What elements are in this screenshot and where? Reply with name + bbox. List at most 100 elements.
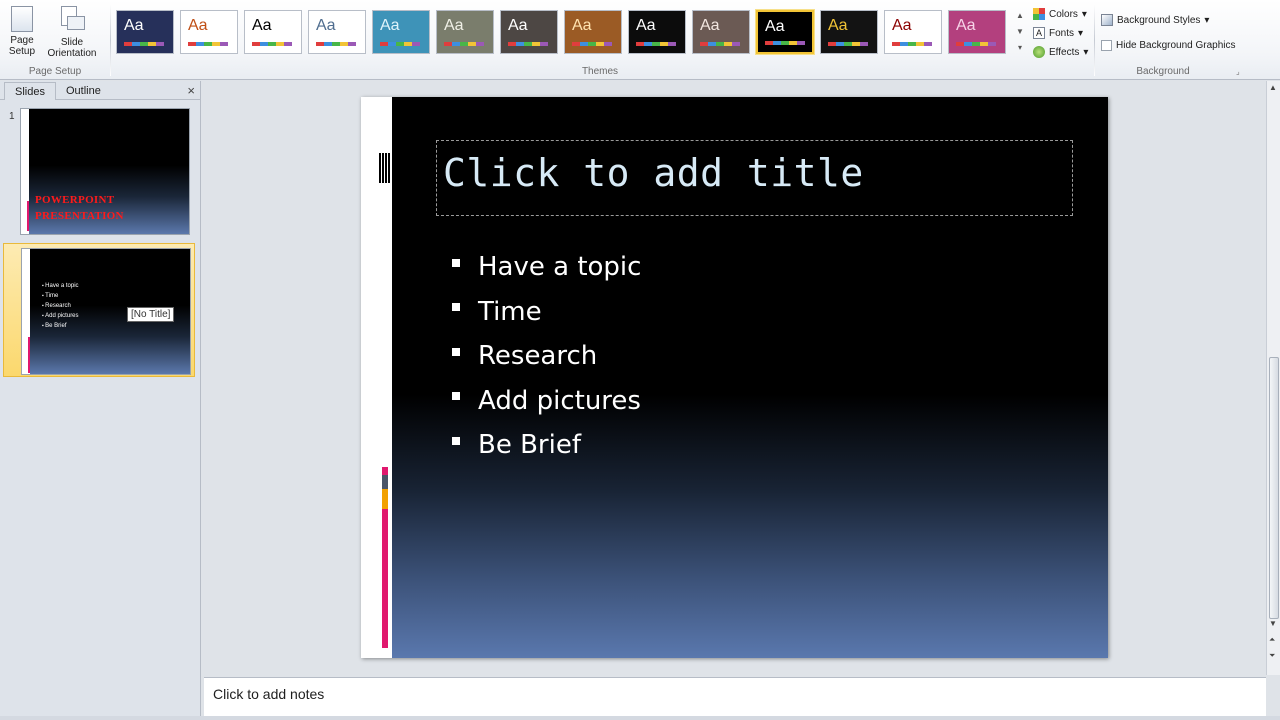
status-bar xyxy=(0,716,1280,720)
divider xyxy=(1094,4,1095,76)
theme-color-swatch xyxy=(892,42,932,46)
tab-outline[interactable]: Outline xyxy=(56,82,111,100)
slide-orientation-icon xyxy=(59,6,85,34)
colors-label: Colors xyxy=(1049,8,1078,20)
pane-tabs: Slides Outline × xyxy=(0,81,201,100)
background-styles-label: Background Styles xyxy=(1117,14,1201,26)
notes-pane[interactable]: Click to add notes xyxy=(204,677,1266,717)
vertical-scrollbar[interactable]: ▲ ▼ ⏶ ⏷ xyxy=(1266,81,1280,675)
colors-button[interactable]: Colors ▾ xyxy=(1033,8,1087,20)
ribbon: Page Setup Slide Orientation Page Setup … xyxy=(0,0,1280,80)
effects-icon xyxy=(1033,46,1045,58)
title-placeholder[interactable]: Click to add title xyxy=(436,140,1073,216)
theme-color-swatch xyxy=(124,42,164,46)
next-slide-icon[interactable]: ⏷ xyxy=(1269,651,1275,661)
dialog-launcher-icon[interactable]: ⌟ xyxy=(1236,67,1240,76)
page-setup-group-label: Page Setup xyxy=(28,66,82,77)
theme-color-swatch xyxy=(188,42,228,46)
fonts-button[interactable]: A Fonts ▾ xyxy=(1033,27,1083,39)
scrollbar-thumb[interactable] xyxy=(1269,357,1279,619)
gallery-down-icon[interactable]: ▼ xyxy=(1014,24,1026,40)
theme-thumbnail[interactable]: Aa xyxy=(756,10,814,54)
page-setup-icon xyxy=(11,6,33,32)
notes-placeholder: Click to add notes xyxy=(213,686,325,702)
theme-thumbnail[interactable]: Aa xyxy=(436,10,494,54)
theme-color-swatch xyxy=(700,42,740,46)
effects-label: Effects xyxy=(1049,46,1080,58)
slide-orientation-button[interactable]: Slide Orientation xyxy=(40,6,104,59)
theme-thumbnail[interactable]: Aa xyxy=(628,10,686,54)
theme-sample-text: Aa xyxy=(956,17,976,34)
divider xyxy=(110,4,111,76)
current-slide[interactable]: Click to add title Have a topic Time Res… xyxy=(361,97,1108,658)
theme-sample-text: Aa xyxy=(188,17,208,34)
theme-sample-text: Aa xyxy=(508,17,528,34)
slides-pane: Slides Outline × 1 POWERPOINT PRESENTATI… xyxy=(0,81,201,720)
fonts-label: Fonts xyxy=(1049,27,1075,39)
slide-thumbnail-1[interactable]: POWERPOINT PRESENTATION xyxy=(3,104,195,238)
theme-sample-text: Aa xyxy=(316,17,336,34)
bullet-item: Have a topic xyxy=(449,245,641,290)
scroll-down-icon[interactable]: ▼ xyxy=(1269,619,1277,628)
theme-thumbnail[interactable]: Aa xyxy=(884,10,942,54)
content-placeholder[interactable]: Have a topic Time Research Add pictures … xyxy=(449,245,641,468)
theme-color-swatch xyxy=(252,42,292,46)
slide-decoration xyxy=(382,489,388,509)
hide-background-graphics-checkbox[interactable]: Hide Background Graphics xyxy=(1101,40,1236,51)
slide-decoration xyxy=(379,153,391,183)
theme-sample-text: Aa xyxy=(636,17,656,34)
previous-slide-icon[interactable]: ⏶ xyxy=(1269,635,1275,645)
theme-thumbnail[interactable]: Aa xyxy=(180,10,238,54)
slide-decoration xyxy=(382,475,388,489)
theme-thumbnail[interactable]: Aa xyxy=(564,10,622,54)
theme-sample-text: Aa xyxy=(444,17,464,34)
background-styles-icon xyxy=(1101,14,1113,26)
title-placeholder-text: Click to add title xyxy=(443,151,864,195)
theme-thumbnail[interactable]: Aa xyxy=(372,10,430,54)
themes-group-label: Themes xyxy=(581,66,619,77)
theme-sample-text: Aa xyxy=(700,17,720,34)
background-styles-button[interactable]: Background Styles ▾ xyxy=(1101,14,1209,26)
fonts-icon: A xyxy=(1033,27,1045,39)
thumbnail-title: POWERPOINT PRESENTATION xyxy=(35,194,124,222)
effects-button[interactable]: Effects ▾ xyxy=(1033,46,1088,58)
bullet-item: Add pictures xyxy=(449,379,641,424)
bullet-item: Be Brief xyxy=(449,423,641,468)
bullet-item: Research xyxy=(449,334,641,379)
scroll-up-icon[interactable]: ▲ xyxy=(1269,83,1277,92)
hide-background-graphics-label: Hide Background Graphics xyxy=(1116,40,1236,51)
theme-sample-text: Aa xyxy=(828,17,848,34)
close-pane-icon[interactable]: × xyxy=(187,83,195,98)
theme-thumbnail[interactable]: Aa xyxy=(948,10,1006,54)
theme-color-swatch xyxy=(444,42,484,46)
colors-icon xyxy=(1033,8,1045,20)
theme-thumbnail[interactable]: Aa xyxy=(692,10,750,54)
theme-color-swatch xyxy=(572,42,612,46)
slide-decoration xyxy=(382,509,388,648)
theme-thumbnail[interactable]: Aa xyxy=(116,10,174,54)
theme-sample-text: Aa xyxy=(124,17,144,34)
theme-sample-text: Aa xyxy=(765,18,785,35)
page-setup-label: Page Setup xyxy=(8,35,36,57)
page-setup-button[interactable]: Page Setup xyxy=(6,6,38,57)
theme-sample-text: Aa xyxy=(892,17,912,34)
slide-tooltip: [No Title] xyxy=(127,307,175,322)
theme-color-swatch xyxy=(956,42,996,46)
gallery-up-icon[interactable]: ▲ xyxy=(1014,8,1026,24)
theme-thumbnail[interactable]: Aa xyxy=(820,10,878,54)
theme-color-swatch xyxy=(636,42,676,46)
gallery-scroll[interactable]: ▲ ▼ ▾ xyxy=(1014,8,1026,58)
checkbox-icon[interactable] xyxy=(1101,40,1112,51)
theme-thumbnail[interactable]: Aa xyxy=(244,10,302,54)
gallery-more-icon[interactable]: ▾ xyxy=(1014,40,1026,56)
theme-thumbnail[interactable]: Aa xyxy=(500,10,558,54)
bullet-item: Time xyxy=(449,290,641,335)
theme-thumbnail[interactable]: Aa xyxy=(308,10,366,54)
theme-sample-text: Aa xyxy=(572,17,592,34)
theme-color-swatch xyxy=(765,41,805,45)
tab-slides[interactable]: Slides xyxy=(4,82,56,100)
background-group-label: Background xyxy=(1136,66,1190,77)
theme-color-swatch xyxy=(828,42,868,46)
theme-color-swatch xyxy=(508,42,548,46)
thumbnail-bullets: Have a topic Time Research Add pictures … xyxy=(42,281,78,331)
